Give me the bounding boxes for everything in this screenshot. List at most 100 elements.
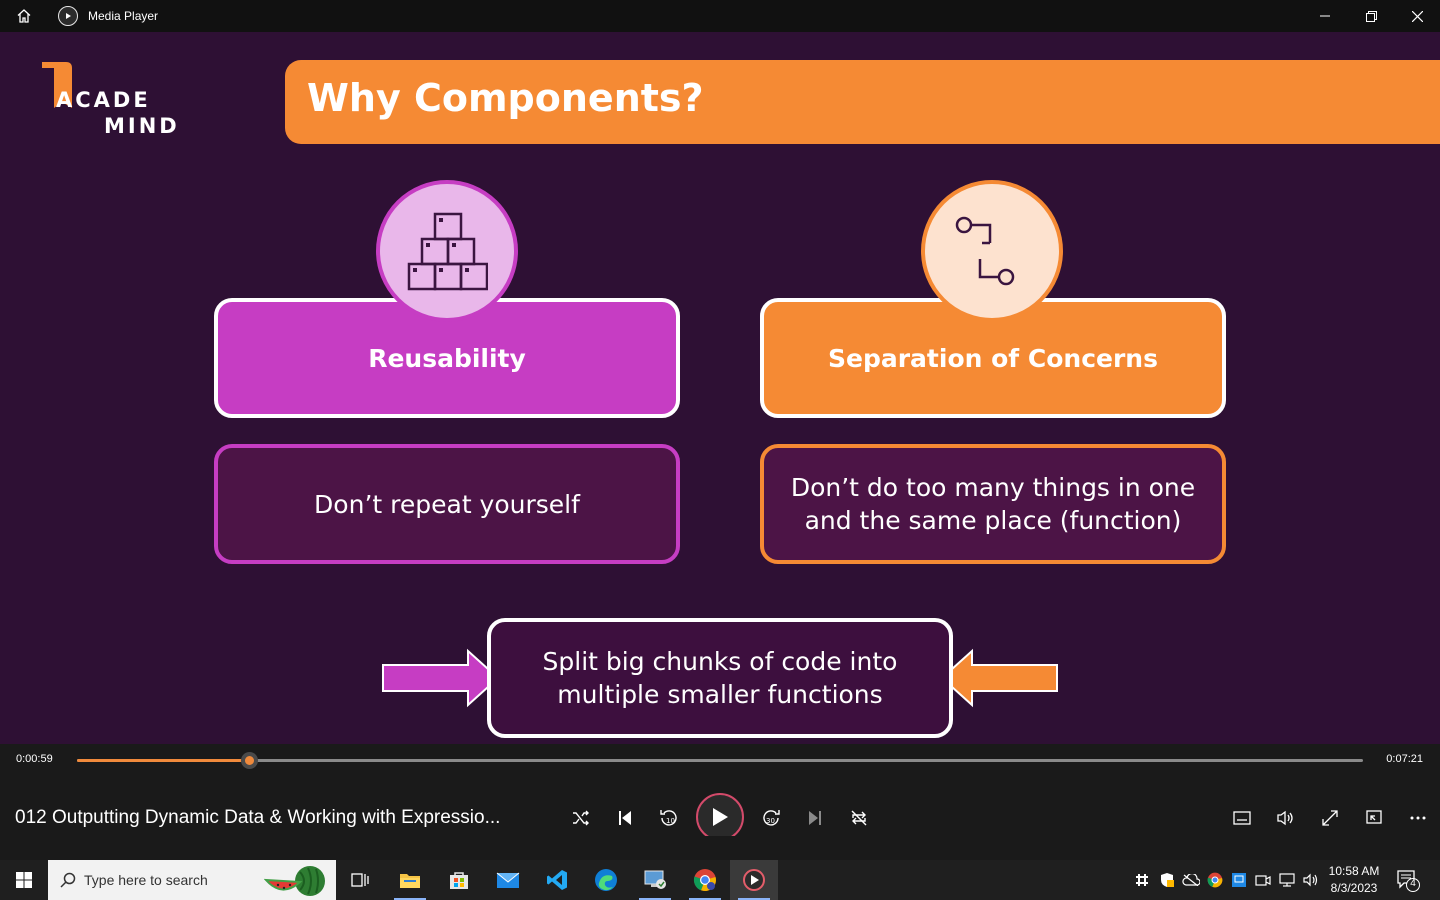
tray-volume[interactable] [1299, 860, 1323, 900]
skip-forward-30-button[interactable]: 30 [757, 804, 785, 832]
captions-button[interactable] [1228, 804, 1256, 832]
stacked-boxes-icon [407, 212, 488, 291]
logo-line1: ACADE [56, 88, 151, 112]
tray-remote[interactable] [1227, 860, 1251, 900]
reusability-text: Don’t repeat yourself [314, 489, 580, 519]
repeat-off-icon [851, 810, 867, 826]
skip-back-10-button[interactable]: 10 [655, 804, 683, 832]
notifications-button[interactable]: 4 [1396, 868, 1422, 892]
search-icon [60, 872, 76, 888]
remote-desktop-app[interactable] [631, 860, 679, 900]
academind-logo: ACADE MIND [40, 58, 190, 148]
skip-back-10-icon: 10 [660, 810, 677, 826]
shuffle-button[interactable] [567, 804, 595, 832]
flow-connector-icon [955, 216, 1015, 286]
shield-icon [1161, 873, 1174, 887]
reusability-heading: Reusability [368, 343, 526, 373]
play-icon [713, 808, 728, 826]
svg-text:30: 30 [766, 817, 775, 825]
reusability-badge [376, 180, 518, 322]
fullscreen-button[interactable] [1316, 804, 1344, 832]
miniplayer-icon [1366, 810, 1382, 824]
edge-app[interactable] [582, 860, 630, 900]
store-app[interactable] [435, 860, 483, 900]
separation-heading: Separation of Concerns [828, 343, 1158, 373]
seek-thumb[interactable] [241, 752, 259, 769]
start-button[interactable] [0, 860, 48, 900]
video-frame[interactable]: ACADE MIND Why Components? Reusability D… [0, 32, 1440, 744]
meet-icon [1255, 875, 1271, 886]
cloud-icon [1182, 874, 1200, 886]
taskbar-clock[interactable]: 10:58 AM 8/3/2023 [1322, 863, 1386, 897]
miniplayer-button[interactable] [1360, 804, 1388, 832]
summary-box: Split big chunks of code into multiple sm… [487, 618, 953, 738]
separation-description: Don’t do too many things in one and the s… [760, 444, 1226, 564]
slack-icon [1136, 874, 1148, 886]
separation-text-line2: and the same place (function) [804, 506, 1182, 535]
separation-text: Don’t do too many things in one and the s… [791, 471, 1195, 537]
next-button[interactable] [801, 804, 829, 832]
svg-text:10: 10 [666, 817, 675, 825]
more-options-button[interactable] [1404, 804, 1432, 832]
vscode-icon [547, 870, 567, 890]
search-placeholder: Type here to search [84, 872, 208, 888]
magenta-arrow-icon [382, 648, 500, 708]
summary-text: Split big chunks of code into multiple sm… [543, 645, 898, 711]
orange-arrow-icon [940, 648, 1058, 708]
vscode-app[interactable] [533, 860, 581, 900]
media-player-app[interactable] [730, 860, 778, 900]
tray-onedrive[interactable] [1179, 860, 1203, 900]
volume-icon [1277, 810, 1293, 826]
chrome-app[interactable] [681, 860, 729, 900]
more-icon [1410, 816, 1426, 820]
home-button[interactable] [0, 0, 48, 32]
repeat-button[interactable] [845, 804, 873, 832]
player-footer [0, 836, 1440, 860]
shuffle-icon [573, 810, 589, 826]
skip-forward-30-icon: 30 [763, 810, 780, 826]
seek-bar[interactable] [77, 752, 1363, 769]
mail-icon [496, 872, 520, 888]
chrome-icon [693, 869, 716, 892]
notification-count: 4 [1410, 878, 1416, 889]
current-time: 0:00:59 [16, 753, 53, 765]
previous-button[interactable] [611, 804, 639, 832]
summary-line2: multiple smaller functions [557, 680, 883, 709]
window-title: Media Player [88, 9, 159, 23]
separation-badge [921, 180, 1063, 322]
restore-button[interactable] [1348, 0, 1394, 32]
reusability-description: Don’t repeat yourself [214, 444, 680, 564]
media-player-icon [58, 6, 78, 26]
taskbar-search[interactable]: Type here to search [48, 860, 336, 900]
tray-security[interactable] [1155, 860, 1179, 900]
media-player-taskbar-icon [743, 869, 765, 891]
tray-slack[interactable] [1130, 860, 1154, 900]
remote-desktop-icon [644, 870, 666, 889]
play-button[interactable] [696, 793, 744, 841]
network-share-icon [1232, 873, 1246, 887]
network-icon [1279, 873, 1295, 887]
tray-meet[interactable] [1251, 860, 1275, 900]
folder-icon [400, 874, 420, 888]
mail-app[interactable] [484, 860, 532, 900]
volume-button[interactable] [1272, 804, 1300, 832]
slide-title: Why Components? [307, 76, 704, 120]
taskbar: Type here to search 10:58 AM 8/3/2023 4 [0, 860, 1440, 900]
captions-icon [1233, 811, 1251, 825]
close-icon [1411, 10, 1423, 22]
player-controls: 0:00:59 0:07:21 012 Outputting Dynamic D… [0, 744, 1440, 841]
clock-date: 8/3/2023 [1330, 881, 1378, 895]
tray-network[interactable] [1275, 860, 1299, 900]
file-explorer-app[interactable] [386, 860, 434, 900]
task-view-button[interactable] [336, 860, 384, 900]
task-view-icon [351, 873, 369, 887]
windows-icon [16, 872, 32, 888]
store-icon [450, 872, 468, 889]
close-button[interactable] [1394, 0, 1440, 32]
previous-icon [619, 811, 631, 825]
minimize-button[interactable] [1302, 0, 1348, 32]
tray-chrome[interactable] [1203, 860, 1227, 900]
seek-progress [77, 759, 250, 762]
summary-line1: Split big chunks of code into [542, 647, 898, 676]
home-icon [17, 9, 31, 23]
